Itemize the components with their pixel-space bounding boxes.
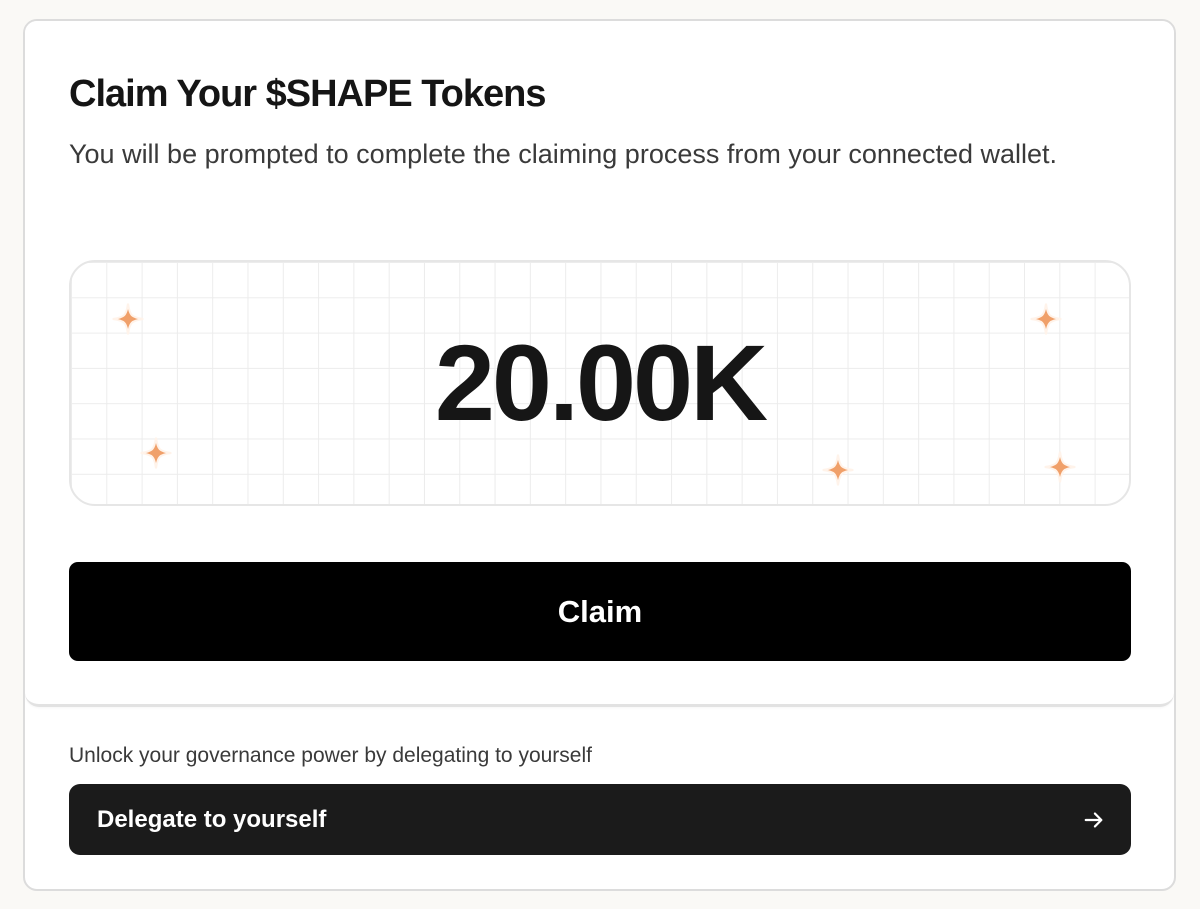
claim-panel: Claim Your $SHAPE Tokens You will be pro…	[23, 19, 1176, 891]
token-amount: 20.00K	[434, 322, 768, 443]
claim-card: Claim Your $SHAPE Tokens You will be pro…	[25, 21, 1174, 707]
delegate-prompt: Unlock your governance power by delegati…	[69, 744, 592, 767]
page-subtitle: You will be prompted to complete the cla…	[69, 139, 1058, 169]
sparkle-icon	[821, 453, 855, 487]
page-title: Claim Your $SHAPE Tokens	[69, 73, 546, 115]
claim-button[interactable]: Claim	[69, 562, 1131, 661]
arrow-right-icon	[1083, 809, 1105, 831]
delegate-button-label: Delegate to yourself	[97, 805, 327, 833]
delegate-button[interactable]: Delegate to yourself	[69, 784, 1131, 855]
token-amount-display: 20.00K	[69, 260, 1131, 506]
sparkle-icon	[1043, 450, 1077, 484]
